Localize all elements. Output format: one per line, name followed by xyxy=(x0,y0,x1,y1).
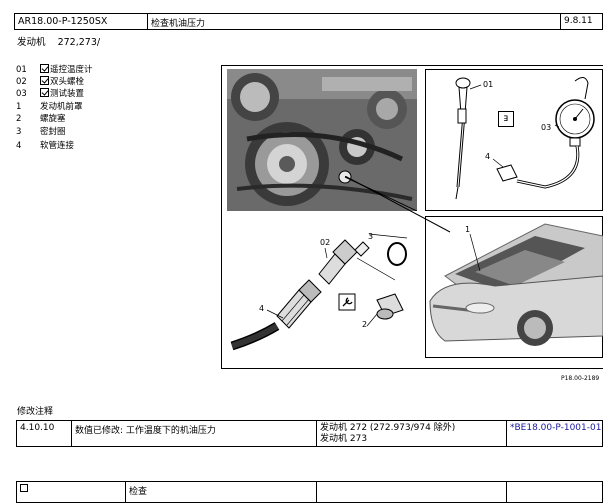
callout-03: 03 xyxy=(541,123,552,132)
list-item: 2 螺旋塞 xyxy=(16,114,216,125)
item-label: 软管连接 xyxy=(40,141,75,151)
revision-engines: 发动机 272 (272.973/974 除外) 发动机 273 xyxy=(316,420,507,447)
footer-check-label: 检查 xyxy=(125,481,317,503)
item-number: 3 xyxy=(16,127,22,137)
item-label: 螺旋塞 xyxy=(40,114,66,124)
callout-01: 01 xyxy=(483,80,494,89)
item-number: 03 xyxy=(16,89,27,99)
tool-check-icon xyxy=(40,76,49,85)
revision-date: 4.10.10 xyxy=(16,420,72,447)
tool-check-icon xyxy=(40,64,49,73)
revision-heading: 修改注释 xyxy=(17,407,54,417)
item-number: 01 xyxy=(16,65,27,75)
figure-code: P18.00-2189 xyxy=(561,375,600,382)
item-number: 2 xyxy=(16,114,22,124)
item-number: 4 xyxy=(16,141,22,151)
tool-check-icon xyxy=(40,88,49,97)
item-label: 测试装置 xyxy=(50,89,85,99)
footer-cell xyxy=(316,481,507,503)
list-item: 01 遥控温度计 xyxy=(16,64,216,76)
item-label: 双头螺栓 xyxy=(50,77,85,87)
callout-4-tools: 4 xyxy=(485,152,491,161)
doc-code: AR18.00-P-1250SX xyxy=(14,13,148,30)
doc-title: 检查机油压力 xyxy=(147,13,561,30)
list-item: 03 测试装置 xyxy=(16,88,216,100)
car-photo xyxy=(425,216,603,358)
callout-2: 2 xyxy=(362,320,368,329)
revision-engine-b: 发动机 273 xyxy=(320,434,368,444)
list-item: 1 发动机前罩 xyxy=(16,102,216,113)
callout-1: 1 xyxy=(465,225,471,234)
list-item: 02 双头螺栓 xyxy=(16,76,216,88)
footer-cell xyxy=(506,481,603,503)
list-item: 3 密封圈 xyxy=(16,127,216,138)
tool-check-icon xyxy=(20,484,28,492)
footer-icon-cell xyxy=(16,481,126,503)
revision-engine-a: 发动机 272 (272.973/974 除外) xyxy=(320,423,456,433)
item-number: 02 xyxy=(16,77,27,87)
wrench-tool-icon: ⱻ xyxy=(498,111,514,127)
item-number: 1 xyxy=(16,102,22,112)
revision-change: 数值已修改: 工作温度下的机油压力 xyxy=(71,420,317,447)
leader-line xyxy=(345,176,451,233)
callout-4-parts: 4 xyxy=(259,304,265,313)
item-label: 遥控温度计 xyxy=(50,65,93,75)
doc-date: 9.8.11 xyxy=(560,13,603,30)
revision-link[interactable]: *BE18.00-P-1001-01B xyxy=(506,420,603,447)
item-label: 密封圈 xyxy=(40,127,66,137)
callout-02: 02 xyxy=(320,238,331,247)
list-item: 4 软管连接 xyxy=(16,141,216,152)
item-label: 发动机前罩 xyxy=(40,102,83,112)
engine-line: 发动机 272,273/ xyxy=(17,37,101,48)
